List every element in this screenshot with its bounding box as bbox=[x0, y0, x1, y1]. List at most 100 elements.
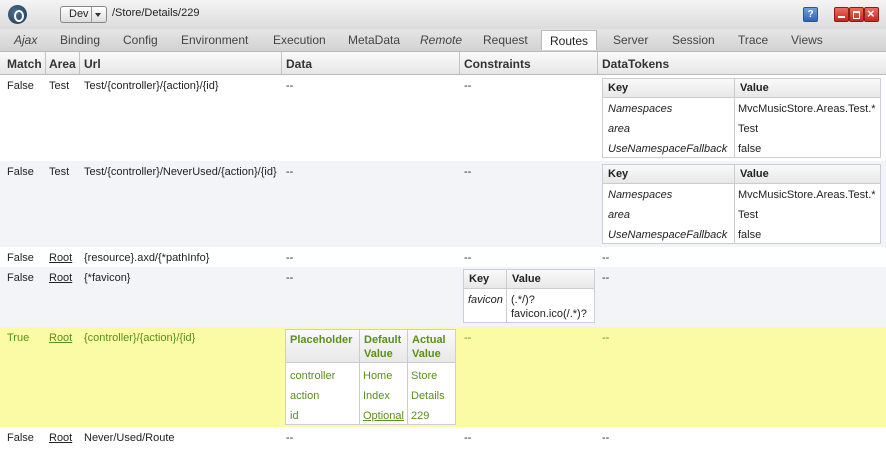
route-data: -- bbox=[286, 432, 294, 444]
route-row: False Root {*favicon} -- Key Value favic… bbox=[0, 267, 886, 327]
datatoken-key: UseNamespaceFallback bbox=[608, 143, 728, 155]
route-url: {*favicon} bbox=[84, 272, 131, 284]
tab-environment[interactable]: Environment bbox=[181, 33, 248, 47]
column-header-data: Data bbox=[286, 57, 313, 71]
column-header-url: Url bbox=[84, 57, 101, 71]
constraints-table: Key Value favicon (.*/)? favicon.ico(/.*… bbox=[463, 269, 595, 323]
column-divider bbox=[734, 79, 735, 157]
route-match: False bbox=[7, 80, 34, 92]
tab-trace[interactable]: Trace bbox=[738, 33, 768, 47]
placeholder-name: action bbox=[290, 390, 320, 402]
help-button[interactable]: ? bbox=[803, 7, 818, 22]
datatokens-table-header: Key Value bbox=[603, 165, 880, 184]
actual-value-header-line2: Value bbox=[412, 348, 441, 360]
datatoken-value: MvcMusicStore.Areas.Test.* bbox=[738, 189, 876, 201]
route-data-table-header: Placeholder Default Value Actual Value bbox=[286, 330, 455, 363]
datatokens-key-header: Key bbox=[608, 168, 629, 180]
route-datatokens: -- bbox=[602, 272, 610, 284]
route-row: False Root Never/Used/Route -- -- -- bbox=[0, 427, 886, 454]
tab-remote[interactable]: Remote bbox=[420, 33, 462, 47]
default-value-link[interactable]: Optional bbox=[363, 410, 404, 422]
route-constraints: -- bbox=[464, 432, 472, 444]
minimize-button[interactable] bbox=[834, 7, 849, 22]
datatoken-key: area bbox=[608, 123, 631, 135]
default-value: Index bbox=[363, 390, 390, 402]
tab-binding[interactable]: Binding bbox=[60, 33, 100, 47]
maximize-button[interactable] bbox=[849, 7, 864, 22]
datatoken-key: Namespaces bbox=[608, 103, 673, 115]
constraint-key: favicon bbox=[468, 294, 503, 306]
route-area: Test bbox=[49, 166, 70, 178]
route-match: False bbox=[7, 432, 34, 444]
tab-views[interactable]: Views bbox=[791, 33, 823, 47]
column-header-constraints: Constraints bbox=[464, 57, 531, 71]
route-constraints: -- bbox=[464, 332, 472, 344]
constraints-table-header: Key Value bbox=[464, 270, 594, 289]
tab-ajax[interactable]: Ajax bbox=[14, 33, 37, 47]
route-data-table: Placeholder Default Value Actual Value c… bbox=[285, 329, 456, 425]
datatoken-key: UseNamespaceFallback bbox=[608, 229, 728, 241]
column-divider bbox=[359, 330, 360, 424]
route-datatokens: -- bbox=[602, 332, 610, 344]
constraints-key-header: Key bbox=[469, 273, 490, 285]
tab-metadata[interactable]: MetaData bbox=[348, 33, 400, 47]
glimpse-logo-icon bbox=[8, 5, 27, 24]
title-bar: Dev /Store/Details/229 ? bbox=[0, 0, 886, 30]
route-data: -- bbox=[286, 166, 294, 178]
routes-table-header: Match Area Url Data Constraints DataToke… bbox=[0, 52, 886, 75]
route-area-link[interactable]: Root bbox=[49, 332, 72, 344]
datatoken-value: Test bbox=[738, 123, 759, 135]
constraint-value: (.*/)? bbox=[511, 294, 535, 306]
route-area-link[interactable]: Root bbox=[49, 272, 72, 284]
route-area-link[interactable]: Root bbox=[49, 432, 72, 444]
tab-session[interactable]: Session bbox=[672, 33, 715, 47]
datatoken-value: false bbox=[738, 229, 762, 241]
column-divider bbox=[459, 52, 460, 74]
glimpse-routes-window: Dev /Store/Details/229 ? Ajax Binding Co… bbox=[0, 0, 886, 454]
route-area-link[interactable]: Root bbox=[49, 252, 72, 264]
datatoken-value: MvcMusicStore.Areas.Test.* bbox=[738, 103, 876, 115]
datatokens-value-header: Value bbox=[740, 168, 769, 180]
actual-value-header: Actual bbox=[412, 334, 446, 346]
route-url: {resource}.axd/{*pathInfo} bbox=[84, 252, 210, 264]
column-divider bbox=[506, 270, 507, 322]
column-header-area: Area bbox=[49, 57, 76, 71]
route-url: {controller}/{action}/{id} bbox=[84, 332, 196, 344]
column-divider bbox=[281, 52, 282, 74]
column-divider bbox=[407, 330, 408, 424]
constraints-value-header: Value bbox=[512, 273, 541, 285]
column-divider bbox=[597, 52, 598, 74]
close-button[interactable] bbox=[864, 6, 879, 22]
tab-server[interactable]: Server bbox=[613, 33, 648, 47]
route-constraints: -- bbox=[464, 166, 472, 178]
column-header-match: Match bbox=[7, 57, 42, 71]
route-row: False Test Test/{controller}/NeverUsed/{… bbox=[0, 161, 886, 247]
column-divider bbox=[79, 52, 80, 74]
datatoken-value: Test bbox=[738, 209, 759, 221]
chevron-down-icon bbox=[95, 13, 101, 17]
datatoken-key: area bbox=[608, 209, 631, 221]
placeholder-name: controller bbox=[290, 370, 336, 382]
column-divider bbox=[734, 165, 735, 243]
route-row: False Test Test/{controller}/{action}/{i… bbox=[0, 75, 886, 161]
route-match: False bbox=[7, 252, 34, 264]
tab-bar: Ajax Binding Config Environment Executio… bbox=[0, 29, 886, 52]
column-header-datatokens: DataTokens bbox=[602, 57, 670, 71]
route-data: -- bbox=[286, 252, 294, 264]
route-constraints: -- bbox=[464, 252, 472, 264]
route-row-matched: True Root {controller}/{action}/{id} Pla… bbox=[0, 327, 886, 427]
tab-routes[interactable]: Routes bbox=[541, 30, 598, 50]
tab-execution[interactable]: Execution bbox=[273, 33, 326, 47]
default-value: Home bbox=[363, 370, 393, 382]
actual-value: Store bbox=[411, 370, 438, 382]
route-area: Test bbox=[49, 80, 70, 92]
datatoken-key: Namespaces bbox=[608, 189, 673, 201]
datatokens-table: Key Value Namespaces MvcMusicStore.Areas… bbox=[602, 78, 881, 158]
environment-dropdown[interactable]: Dev bbox=[60, 6, 107, 23]
tab-config[interactable]: Config bbox=[123, 33, 158, 47]
placeholder-name: id bbox=[290, 410, 299, 422]
datatoken-value: false bbox=[738, 143, 762, 155]
route-match: False bbox=[7, 272, 34, 284]
route-match: True bbox=[7, 332, 30, 344]
tab-request[interactable]: Request bbox=[483, 33, 528, 47]
